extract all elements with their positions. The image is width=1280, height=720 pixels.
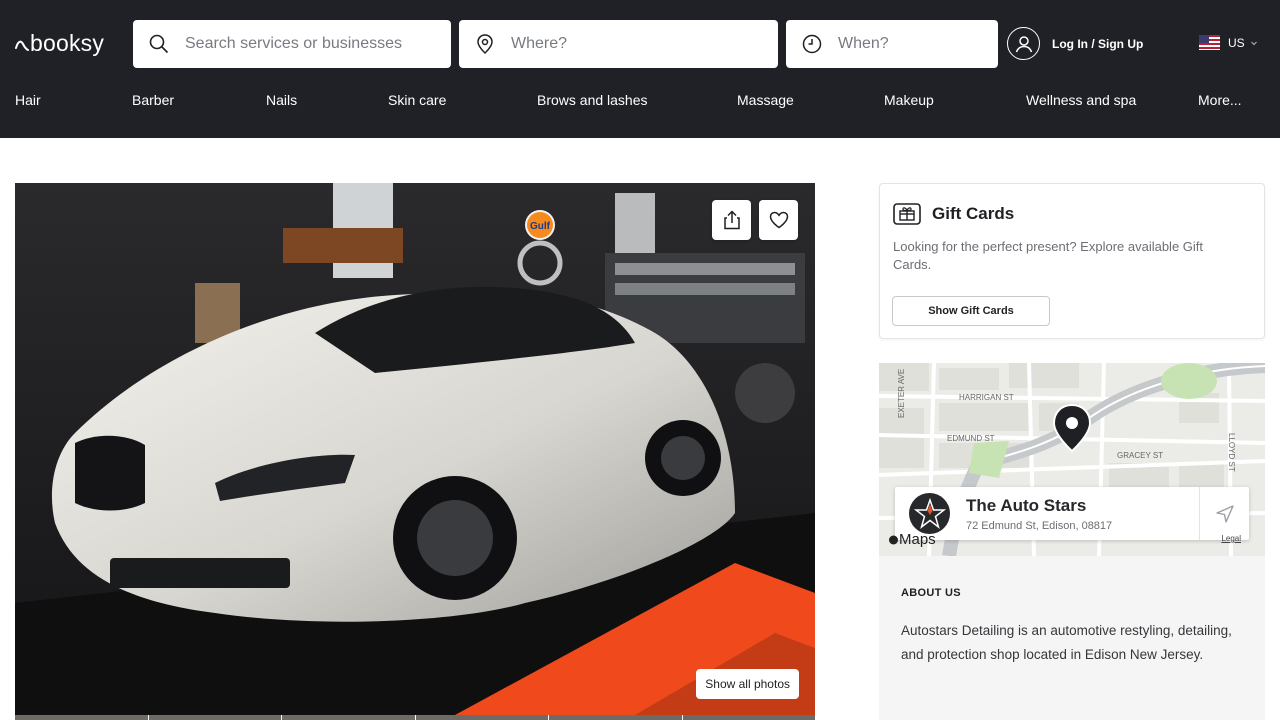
photo-actions: [712, 200, 798, 240]
thumbnail[interactable]: [282, 715, 415, 720]
star-logo-icon: [913, 497, 946, 529]
show-all-photos-button[interactable]: Show all photos: [696, 669, 799, 699]
maps-attribution: Maps: [888, 531, 936, 548]
search-icon: [133, 34, 185, 54]
street-label: EDMUND ST: [947, 434, 995, 443]
login-signup-button[interactable]: Log In / Sign Up: [1007, 27, 1143, 60]
booksy-logo[interactable]: booksy: [15, 30, 104, 57]
maps-attribution-label: Maps: [899, 531, 936, 548]
directions-button[interactable]: [1199, 487, 1249, 540]
where-placeholder: Where?: [511, 35, 568, 52]
gift-cards-title: Gift Cards: [932, 204, 1015, 223]
street-label: EXETER AVE: [897, 369, 906, 418]
about-us-heading: ABOUT US: [901, 587, 961, 599]
category-massage[interactable]: Massage: [737, 92, 794, 108]
category-wellness-and-spa[interactable]: Wellness and spa: [1026, 92, 1136, 108]
favorite-button[interactable]: [759, 200, 798, 240]
clock-icon: [786, 34, 838, 54]
photo-thumbnails: [15, 715, 815, 720]
gift-cards-panel: Gift Cards Looking for the perfect prese…: [879, 183, 1265, 339]
gift-card-icon: [893, 203, 921, 225]
category-barber[interactable]: Barber: [132, 92, 174, 108]
logo-text: booksy: [30, 30, 105, 56]
thumbnail[interactable]: [549, 715, 682, 720]
search-input[interactable]: Search services or businesses: [133, 20, 451, 68]
location-map[interactable]: HARRIGAN ST EDMUND ST GRACEY ST EXETER A…: [879, 363, 1265, 556]
search-placeholder: Search services or businesses: [185, 35, 402, 52]
about-us-text: Autostars Detailing is an automotive res…: [901, 623, 1232, 662]
category-makeup[interactable]: Makeup: [884, 92, 934, 108]
gulf-sign-text: Gulf: [530, 221, 551, 232]
thumbnail[interactable]: [682, 715, 815, 720]
top-header: booksy Search services or businesses Whe…: [0, 0, 1280, 138]
category-brows-and-lashes[interactable]: Brows and lashes: [537, 92, 648, 108]
country-selector[interactable]: US: [1199, 35, 1259, 50]
about-us-section: ABOUT US Autostars Detailing is an autom…: [879, 556, 1265, 720]
logo-swoosh-icon: [15, 40, 29, 51]
street-label: GRACEY ST: [1117, 451, 1163, 460]
business-address: 72 Edmund St, Edison, 08817: [966, 519, 1113, 532]
business-name: The Auto Stars: [966, 495, 1087, 515]
navigation-arrow-icon: [1215, 504, 1234, 523]
show-gift-cards-button[interactable]: Show Gift Cards: [892, 296, 1050, 326]
where-input[interactable]: Where?: [459, 20, 778, 68]
category-hair[interactable]: Hair: [15, 92, 41, 108]
street-label: LLOYD ST: [1227, 433, 1236, 472]
thumbnail[interactable]: [415, 715, 548, 720]
login-label: Log In / Sign Up: [1052, 36, 1144, 51]
category-more[interactable]: More...: [1198, 92, 1242, 108]
business-card[interactable]: The Auto Stars 72 Edmund St, Edison, 088…: [895, 487, 1249, 540]
when-placeholder: When?: [838, 35, 889, 52]
country-label: US: [1228, 35, 1245, 50]
us-flag-icon: [1199, 35, 1220, 50]
thumbnail[interactable]: [148, 715, 281, 720]
category-skin-care[interactable]: Skin care: [388, 92, 446, 108]
user-icon: [1007, 27, 1040, 60]
apple-logo-icon: [889, 535, 898, 545]
gift-cards-heading: Gift Cards: [893, 203, 1014, 225]
heart-icon: [769, 211, 788, 229]
share-button[interactable]: [712, 200, 751, 240]
category-nails[interactable]: Nails: [266, 92, 297, 108]
when-input[interactable]: When?: [786, 20, 998, 68]
chevron-down-icon: [1250, 41, 1257, 45]
gift-cards-description: Looking for the perfect present? Explore…: [893, 239, 1204, 272]
thumbnail[interactable]: [15, 715, 148, 720]
location-pin-icon: [459, 34, 511, 54]
garage-car-image: Gulf: [15, 183, 815, 715]
map-legal-link[interactable]: Legal: [1221, 534, 1241, 543]
business-logo: [909, 493, 950, 534]
business-main-photo[interactable]: Gulf Show all photos: [15, 183, 815, 715]
street-label: HARRIGAN ST: [959, 393, 1014, 402]
share-icon: [723, 210, 740, 230]
